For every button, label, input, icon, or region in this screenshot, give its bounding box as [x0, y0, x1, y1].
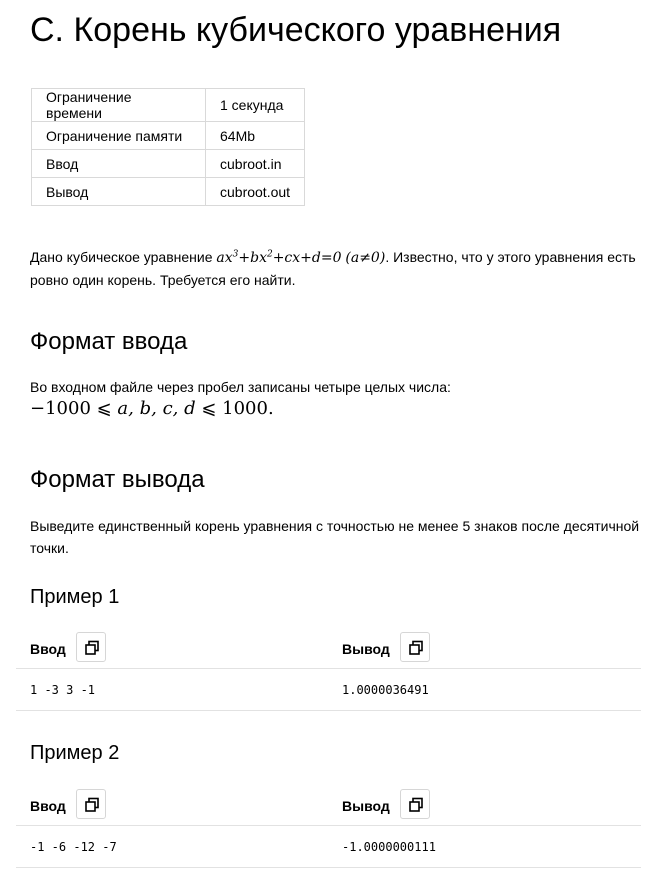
- statement-prefix: Дано кубическое уравнение: [30, 249, 213, 265]
- input-format-text: Во входном файле через пробел записаны ч…: [30, 377, 645, 419]
- formula-term-c: +cx+d=0: [272, 250, 342, 266]
- example-2-header: Ввод Вывод: [16, 786, 641, 826]
- limit-value: cubroot.out: [204, 177, 306, 206]
- input-format-heading: Формат ввода: [30, 328, 188, 355]
- input-constraint-math: −1000 ⩽ a, b, c, d ⩽ 1000.: [30, 399, 645, 419]
- example-input-value[interactable]: 1 -3 3 -1: [30, 682, 95, 698]
- example-2-row: -1 -6 -12 -7 -1.0000000111: [16, 826, 641, 868]
- limits-row: Вывод cubroot.out: [31, 177, 306, 206]
- example-input-label: Ввод: [30, 798, 66, 814]
- copy-icon: [85, 640, 99, 655]
- limit-value: 64Mb: [204, 121, 306, 150]
- limits-row: Ввод cubroot.in: [31, 149, 306, 178]
- constraint-right: ⩽ 1000.: [195, 398, 274, 419]
- constraint-vars: a, b, c, d: [117, 398, 196, 419]
- limit-key: Вывод: [31, 177, 206, 206]
- input-format-description: Во входном файле через пробел записаны ч…: [30, 379, 451, 395]
- copy-output-button[interactable]: [400, 632, 430, 662]
- example-1-row: 1 -3 3 -1 1.0000036491: [16, 669, 641, 711]
- limits-row: Ограничение времени 1 секунда: [31, 88, 306, 122]
- example-input-value[interactable]: -1 -6 -12 -7: [30, 839, 117, 855]
- example-output-value[interactable]: -1.0000000111: [342, 839, 436, 855]
- formula-term-a: ax: [216, 250, 233, 266]
- example-1-heading: Пример 1: [30, 586, 120, 608]
- limit-value: cubroot.in: [204, 149, 306, 178]
- copy-input-button[interactable]: [76, 632, 106, 662]
- limits-row: Ограничение памяти 64Mb: [31, 121, 306, 150]
- constraint-left: −1000 ⩽: [30, 398, 118, 419]
- limit-key: Ввод: [31, 149, 206, 178]
- copy-icon: [409, 640, 423, 655]
- limits-table: Ограничение времени 1 секунда Ограничени…: [31, 88, 306, 206]
- formula-term-b: +bx: [238, 250, 267, 266]
- limit-value: 1 секунда: [204, 88, 306, 122]
- limit-key: Ограничение памяти: [31, 121, 206, 150]
- copy-output-button[interactable]: [400, 789, 430, 819]
- example-input-label: Ввод: [30, 641, 66, 657]
- example-2-heading: Пример 2: [30, 742, 120, 764]
- limit-key: Ограничение времени: [31, 88, 206, 122]
- copy-icon: [409, 797, 423, 812]
- example-output-value[interactable]: 1.0000036491: [342, 682, 429, 698]
- equation-formula: ax3+bx2+cx+d=0: [216, 250, 341, 266]
- problem-title: C. Корень кубического уравнения: [30, 11, 562, 49]
- formula-condition: (a≠0): [345, 250, 386, 266]
- problem-statement: Дано кубическое уравнение ax3+bx2+cx+d=0…: [30, 246, 640, 291]
- example-output-label: Вывод: [342, 798, 390, 814]
- output-format-text: Выведите единственный корень уравнения с…: [30, 518, 640, 556]
- example-output-label: Вывод: [342, 641, 390, 657]
- example-1-header: Ввод Вывод: [16, 629, 641, 669]
- output-format-heading: Формат вывода: [30, 466, 205, 493]
- copy-icon: [85, 797, 99, 812]
- copy-input-button[interactable]: [76, 789, 106, 819]
